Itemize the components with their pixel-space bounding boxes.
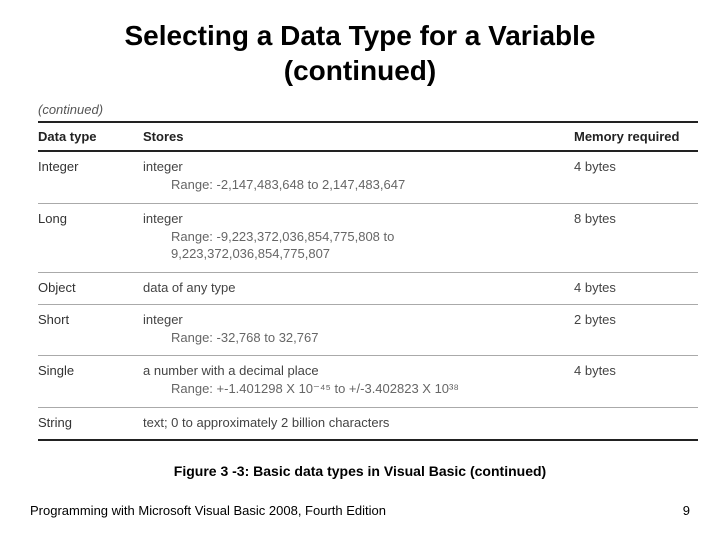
cell-stores-main: a number with a decimal place [143, 363, 538, 378]
col-header-datatype: Data type [38, 129, 143, 144]
cell-stores-range: Range: +-1.401298 X 10⁻⁴⁵ to +/-3.402823… [143, 380, 538, 398]
cell-stores-main: data of any type [143, 280, 538, 295]
cell-stores-range: Range: -2,147,483,648 to 2,147,483,647 [143, 176, 538, 194]
continued-note: (continued) [38, 102, 692, 117]
table-row: String text; 0 to approximately 2 billio… [38, 408, 698, 441]
table-row: Long integer Range: -9,223,372,036,854,7… [38, 204, 698, 273]
cell-stores: a number with a decimal place Range: +-1… [143, 363, 538, 398]
cell-stores-main: text; 0 to approximately 2 billion chara… [143, 415, 538, 430]
page-title: Selecting a Data Type for a Variable (co… [28, 18, 692, 88]
cell-stores-main: integer [143, 211, 538, 226]
cell-datatype: Integer [38, 159, 143, 174]
cell-memory: 4 bytes [538, 159, 698, 174]
cell-stores: integer Range: -32,768 to 32,767 [143, 312, 538, 347]
col-header-stores: Stores [143, 129, 538, 144]
cell-stores: text; 0 to approximately 2 billion chara… [143, 415, 538, 430]
cell-stores: integer Range: -9,223,372,036,854,775,80… [143, 211, 538, 263]
cell-datatype: Long [38, 211, 143, 226]
table-row: Short integer Range: -32,768 to 32,767 2… [38, 305, 698, 357]
data-type-table: Data type Stores Memory required Integer… [38, 121, 698, 441]
title-line-1: Selecting a Data Type for a Variable [125, 20, 596, 51]
cell-datatype: Single [38, 363, 143, 378]
cell-memory: 2 bytes [538, 312, 698, 327]
slide-footer: Programming with Microsoft Visual Basic … [30, 503, 690, 518]
cell-stores: data of any type [143, 280, 538, 295]
footer-text: Programming with Microsoft Visual Basic … [30, 503, 386, 518]
page-number: 9 [683, 503, 690, 518]
table-header-row: Data type Stores Memory required [38, 121, 698, 152]
cell-stores-range: Range: -9,223,372,036,854,775,808 to 9,2… [143, 228, 538, 263]
figure-caption: Figure 3 -3: Basic data types in Visual … [28, 463, 692, 479]
cell-stores-range: Range: -32,768 to 32,767 [143, 329, 538, 347]
cell-memory: 4 bytes [538, 363, 698, 378]
cell-stores-main: integer [143, 312, 538, 327]
cell-stores: integer Range: -2,147,483,648 to 2,147,4… [143, 159, 538, 194]
table-row: Integer integer Range: -2,147,483,648 to… [38, 152, 698, 204]
cell-memory: 4 bytes [538, 280, 698, 295]
cell-stores-main: integer [143, 159, 538, 174]
table-row: Object data of any type 4 bytes [38, 273, 698, 305]
cell-memory: 8 bytes [538, 211, 698, 226]
table-row: Single a number with a decimal place Ran… [38, 356, 698, 408]
title-line-2: (continued) [284, 55, 436, 86]
col-header-memory: Memory required [538, 129, 698, 144]
cell-datatype: Short [38, 312, 143, 327]
cell-datatype: String [38, 415, 143, 430]
slide: Selecting a Data Type for a Variable (co… [0, 0, 720, 540]
cell-datatype: Object [38, 280, 143, 295]
